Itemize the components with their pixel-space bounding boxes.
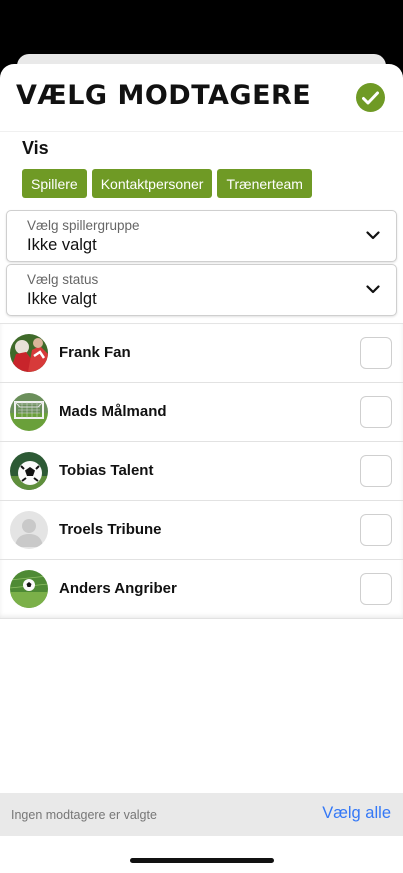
filter-chips: Spillere Kontaktpersoner Trænerteam	[22, 169, 312, 198]
chevron-down-icon	[366, 285, 380, 294]
chip-traenerteam[interactable]: Trænerteam	[217, 169, 312, 198]
sheet-header: VÆLG MODTAGERE	[0, 64, 403, 132]
list-item[interactable]: Tobias Talent	[0, 442, 403, 501]
avatar	[10, 334, 48, 372]
recipient-name: Anders Angriber	[59, 580, 177, 597]
list-item[interactable]: Anders Angriber	[0, 560, 403, 619]
page-title: VÆLG MODTAGERE	[16, 80, 312, 111]
confirm-button[interactable]	[356, 83, 385, 112]
status-select[interactable]: Vælg status Ikke valgt	[6, 264, 397, 316]
select-label: Vælg status	[27, 272, 99, 287]
check-icon	[362, 91, 379, 104]
recipient-checkbox[interactable]	[360, 455, 392, 487]
avatar	[10, 570, 48, 608]
chip-spillere[interactable]: Spillere	[22, 169, 87, 198]
recipient-checkbox[interactable]	[360, 337, 392, 369]
select-value: Ikke valgt	[27, 236, 97, 254]
recipient-checkbox[interactable]	[360, 573, 392, 605]
selection-footer: Ingen modtagere er valgte Vælg alle	[0, 793, 403, 836]
selection-status: Ingen modtagere er valgte	[11, 808, 157, 822]
player-group-select[interactable]: Vælg spillergruppe Ikke valgt	[6, 210, 397, 262]
select-value: Ikke valgt	[27, 290, 97, 308]
recipient-name: Tobias Talent	[59, 462, 154, 479]
recipient-checkbox[interactable]	[360, 396, 392, 428]
list-item[interactable]: Mads Målmand	[0, 383, 403, 442]
filter-label: Vis	[22, 138, 49, 158]
recipient-name: Troels Tribune	[59, 521, 162, 538]
list-item[interactable]: Troels Tribune	[0, 501, 403, 560]
home-indicator[interactable]	[130, 858, 274, 863]
recipient-checkbox[interactable]	[360, 514, 392, 546]
avatar	[10, 452, 48, 490]
list-item[interactable]: Frank Fan	[0, 324, 403, 383]
recipient-sheet: VÆLG MODTAGERE Vis Spillere Kontaktperso…	[0, 64, 403, 873]
recipient-name: Frank Fan	[59, 344, 131, 361]
select-label: Vælg spillergruppe	[27, 218, 140, 233]
avatar	[10, 511, 48, 549]
recipient-list: Frank Fan Mads Målmand Tobias Talent Tro…	[0, 323, 403, 619]
chip-kontaktpersoner[interactable]: Kontaktpersoner	[91, 169, 213, 198]
chevron-down-icon	[366, 231, 380, 240]
recipient-name: Mads Målmand	[59, 403, 167, 420]
avatar	[10, 393, 48, 431]
select-all-button[interactable]: Vælg alle	[322, 804, 391, 823]
